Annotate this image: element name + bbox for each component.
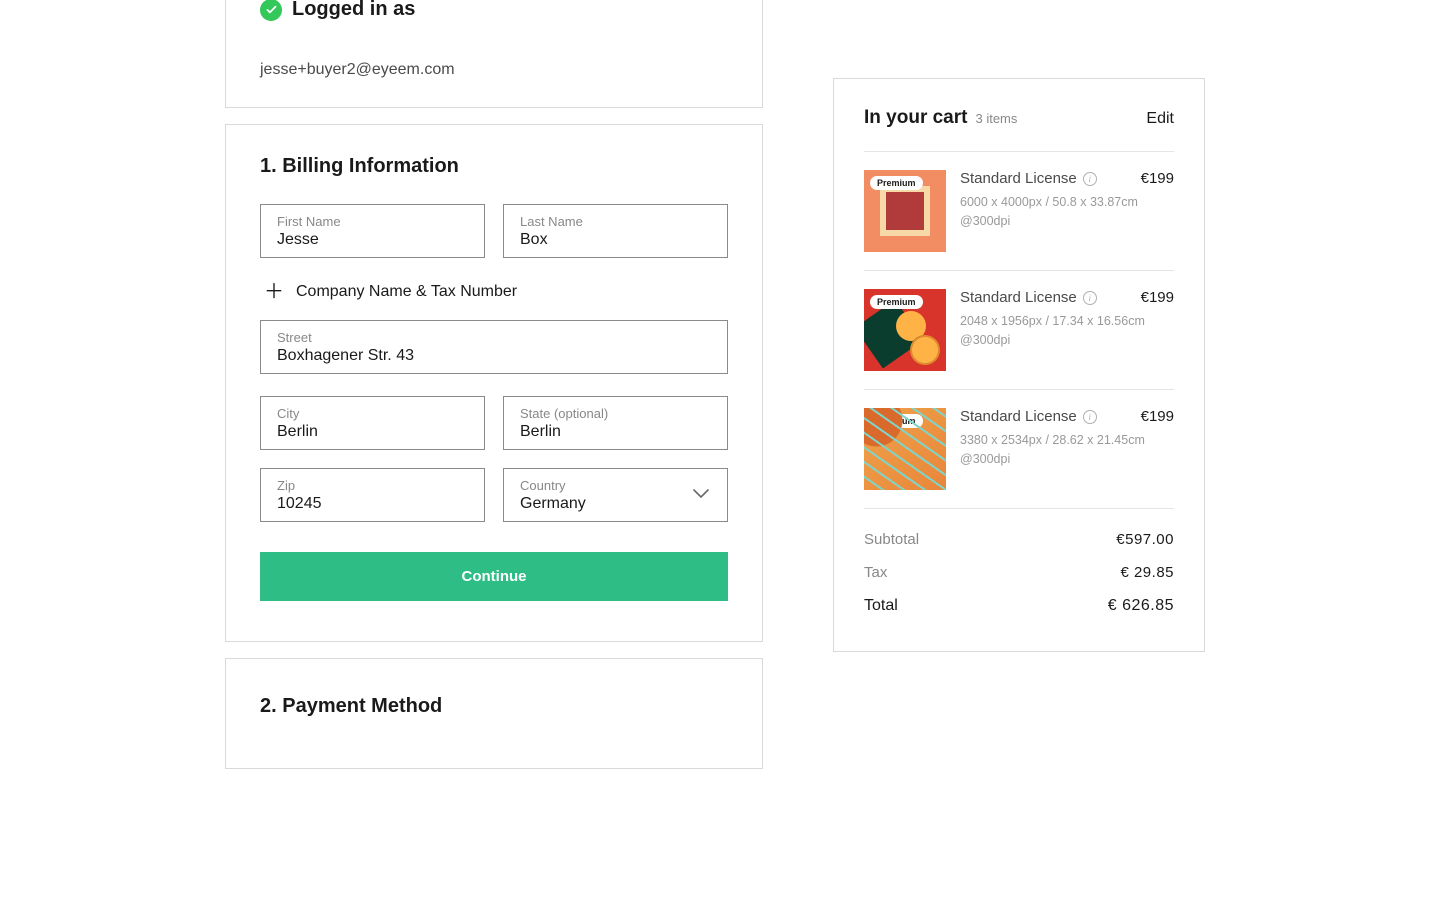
license-label: Standard License i <box>960 170 1097 187</box>
info-icon[interactable]: i <box>1083 172 1097 186</box>
add-company-label: Company Name & Tax Number <box>296 283 517 301</box>
street-field[interactable]: Street <box>260 320 728 374</box>
street-input[interactable] <box>277 347 711 365</box>
cart-thumbnail: Premium <box>864 289 946 371</box>
license-label: Standard License i <box>960 408 1097 425</box>
item-meta: 3380 x 2534px / 28.62 x 21.45cm @300dpi <box>960 431 1174 469</box>
item-price: €199 <box>1141 289 1174 306</box>
zip-input[interactable] <box>277 495 468 513</box>
last-name-label: Last Name <box>520 214 711 229</box>
item-price: €199 <box>1141 170 1174 187</box>
chevron-down-icon <box>693 486 709 504</box>
info-icon[interactable]: i <box>1083 291 1097 305</box>
logged-in-title: Logged in as <box>292 0 415 21</box>
cart-item: Premium Standard License i €199 3380 x 2… <box>864 390 1174 509</box>
info-icon[interactable]: i <box>1083 410 1097 424</box>
plus-icon: ＋ <box>264 282 284 302</box>
last-name-input[interactable] <box>520 231 711 249</box>
tax-label: Tax <box>864 564 887 581</box>
country-label: Country <box>520 478 711 493</box>
payment-title: 2. Payment Method <box>260 695 728 718</box>
premium-badge: Premium <box>870 295 923 309</box>
total-label: Total <box>864 597 898 615</box>
check-circle-icon <box>260 0 282 21</box>
city-field[interactable]: City <box>260 396 485 450</box>
payment-card: 2. Payment Method <box>225 658 763 769</box>
zip-label: Zip <box>277 478 468 493</box>
billing-card: 1. Billing Information First Name Last N… <box>225 124 763 642</box>
first-name-input[interactable] <box>277 231 468 249</box>
country-value: Germany <box>520 495 711 513</box>
cart-card: In your cart 3 items Edit Premium Standa… <box>833 78 1205 652</box>
cart-count: 3 items <box>975 111 1017 126</box>
item-price: €199 <box>1141 408 1174 425</box>
city-input[interactable] <box>277 423 468 441</box>
state-input[interactable] <box>520 423 711 441</box>
subtotal-value: €597.00 <box>1116 531 1174 548</box>
logged-in-email: jesse+buyer2@eyeem.com <box>260 61 728 79</box>
cart-thumbnail: Premium <box>864 170 946 252</box>
premium-badge: Premium <box>870 414 923 428</box>
logged-in-card: Logged in as jesse+buyer2@eyeem.com <box>225 0 763 108</box>
continue-button[interactable]: Continue <box>260 552 728 601</box>
cart-totals: Subtotal €597.00 Tax € 29.85 Total € 626… <box>864 509 1174 623</box>
tax-value: € 29.85 <box>1120 564 1174 581</box>
cart-item: Premium Standard License i €199 2048 x 1… <box>864 271 1174 390</box>
premium-badge: Premium <box>870 176 923 190</box>
state-field[interactable]: State (optional) <box>503 396 728 450</box>
zip-field[interactable]: Zip <box>260 468 485 522</box>
country-field[interactable]: Country Germany <box>503 468 728 522</box>
cart-thumbnail: Premium <box>864 408 946 490</box>
add-company-button[interactable]: ＋ Company Name & Tax Number <box>260 276 728 320</box>
city-label: City <box>277 406 468 421</box>
first-name-field[interactable]: First Name <box>260 204 485 258</box>
cart-item: Premium Standard License i €199 6000 x 4… <box>864 152 1174 271</box>
state-label: State (optional) <box>520 406 711 421</box>
street-label: Street <box>277 330 711 345</box>
last-name-field[interactable]: Last Name <box>503 204 728 258</box>
license-label: Standard License i <box>960 289 1097 306</box>
cart-title: In your cart <box>864 107 967 129</box>
first-name-label: First Name <box>277 214 468 229</box>
subtotal-label: Subtotal <box>864 531 919 548</box>
billing-title: 1. Billing Information <box>260 155 728 178</box>
item-meta: 6000 x 4000px / 50.8 x 33.87cm @300dpi <box>960 193 1174 231</box>
total-value: € 626.85 <box>1108 597 1174 615</box>
item-meta: 2048 x 1956px / 17.34 x 16.56cm @300dpi <box>960 312 1174 350</box>
cart-edit-button[interactable]: Edit <box>1146 110 1174 128</box>
